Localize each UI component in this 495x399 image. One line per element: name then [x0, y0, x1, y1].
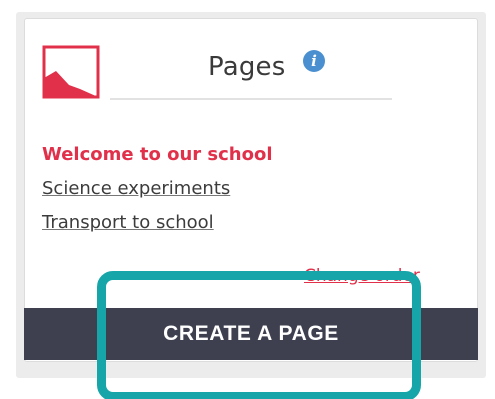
change-order-link[interactable]: Change order: [304, 266, 420, 286]
page-link[interactable]: Transport to school: [42, 212, 214, 233]
title-divider: [110, 98, 392, 100]
page-link-current[interactable]: Welcome to our school: [42, 144, 273, 165]
page: Pages i Welcome to our school Science ex…: [0, 0, 495, 399]
pages-logo-icon: [42, 45, 100, 99]
widget-title: Pages: [208, 52, 286, 82]
list-item[interactable]: Welcome to our school: [42, 138, 273, 172]
page-link[interactable]: Science experiments: [42, 178, 230, 199]
create-page-button[interactable]: CREATE A PAGE: [24, 308, 478, 360]
page-list: Welcome to our school Science experiment…: [42, 138, 273, 240]
info-icon[interactable]: i: [303, 50, 325, 72]
list-item[interactable]: Science experiments: [42, 172, 273, 206]
list-item[interactable]: Transport to school: [42, 206, 273, 240]
